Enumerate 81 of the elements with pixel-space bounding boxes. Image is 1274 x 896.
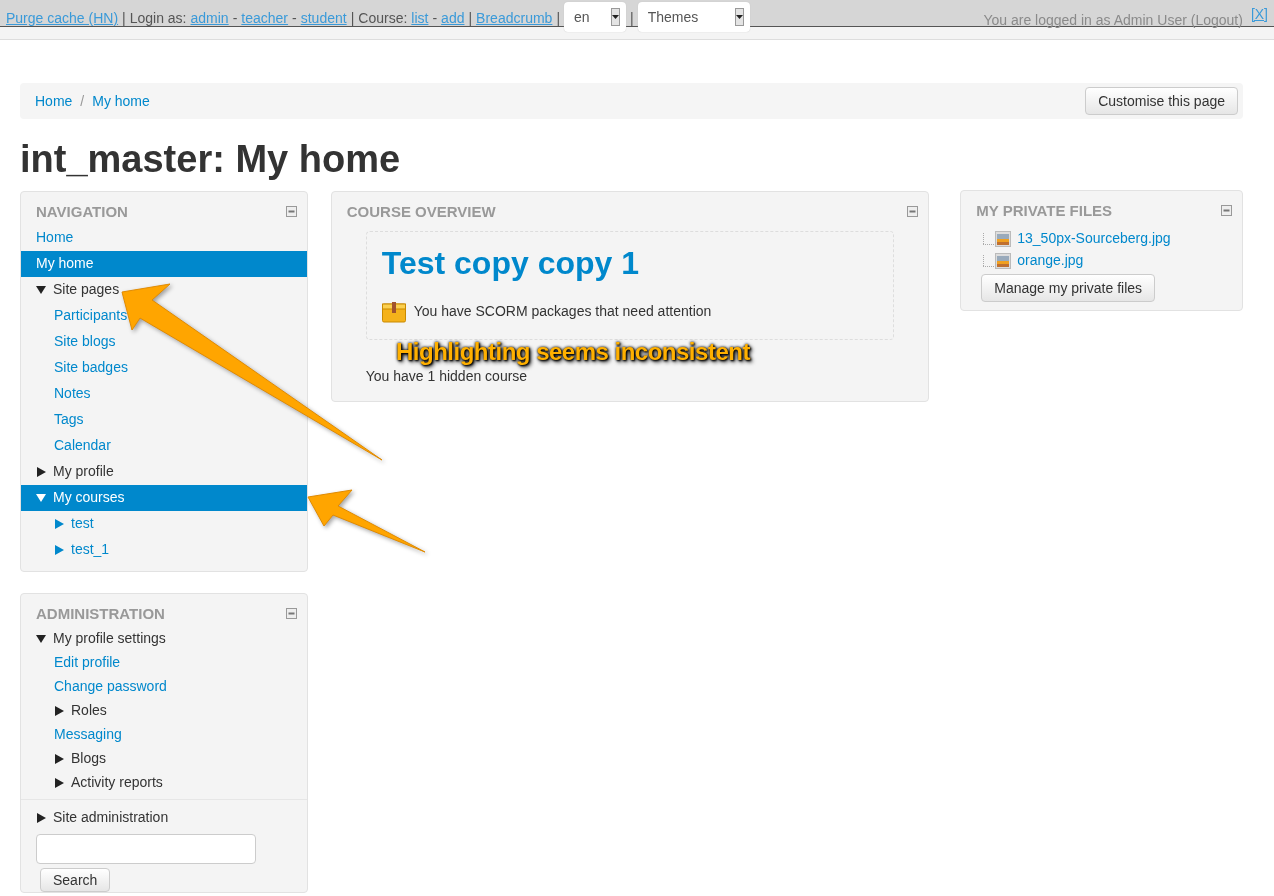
tree-item[interactable]: Activity reports — [21, 770, 307, 795]
top-link[interactable]: teacher — [241, 8, 289, 29]
dropdown-select[interactable]: Themes — [637, 2, 750, 32]
separator: | — [630, 9, 634, 28]
search-field[interactable] — [36, 833, 256, 864]
tree-line-icon — [983, 254, 996, 267]
separator: - — [292, 9, 297, 28]
block-title: NAVIGATION — [36, 201, 128, 222]
caret-right-icon — [54, 705, 65, 716]
manage-files-button[interactable]: Manage my private files — [981, 273, 1156, 302]
top-link[interactable]: Purge cache (HN) — [6, 8, 119, 29]
tree-item[interactable]: Participants — [21, 302, 307, 329]
caret-right-icon — [36, 466, 47, 477]
collapse-icon — [907, 206, 919, 218]
tree-item[interactable]: Messaging — [21, 722, 307, 747]
tree-item[interactable]: Site badges — [21, 354, 307, 381]
caret-right-icon — [36, 812, 47, 823]
caret-down-icon — [36, 284, 47, 295]
file-link[interactable]: 13_50px-Sourceberg.jpg — [1017, 228, 1171, 250]
annotation-text: Highlighting seems inconsistent — [396, 338, 750, 366]
tree-line-icon — [983, 232, 996, 245]
caret-down-icon — [36, 492, 47, 503]
top-link[interactable]: student — [300, 8, 347, 29]
customise-button[interactable]: Customise this page — [1085, 87, 1238, 115]
tree-item[interactable]: Calendar — [21, 432, 307, 459]
crumb-link[interactable]: My home — [92, 90, 150, 112]
course-title-link[interactable]: Test copy copy 1 — [381, 245, 639, 281]
caret-down-icon — [36, 633, 47, 644]
caret-right-icon — [54, 753, 65, 764]
close-link[interactable]: [X] — [1250, 4, 1268, 31]
tree-item[interactable]: Edit profile — [21, 650, 307, 675]
label-text: Course: — [358, 9, 408, 28]
separator: | — [122, 9, 126, 28]
separator: - — [232, 9, 238, 28]
package-icon — [381, 301, 406, 323]
login-info: You are logged in as Admin User (Logout) — [983, 11, 1243, 30]
tree-item[interactable]: Site blogs — [21, 328, 307, 355]
top-link[interactable]: Breadcrumb — [476, 8, 553, 29]
tree-item[interactable]: My profile settings — [21, 626, 307, 651]
separator: / — [80, 91, 85, 111]
image-file-icon — [995, 230, 1012, 247]
page-title: int_master: My home — [20, 139, 402, 181]
collapse-icon — [1221, 205, 1232, 217]
caret-down-icon — [735, 15, 743, 19]
top-link[interactable]: add — [441, 8, 465, 29]
tree-item[interactable]: Tags — [21, 406, 307, 433]
notice-text: You have SCORM packages that need attention — [413, 302, 712, 322]
hidden-course-note: You have 1 hidden course — [365, 367, 529, 386]
caret-right-icon — [54, 777, 65, 788]
tree-item[interactable]: Site pages — [21, 276, 307, 303]
collapse-icon — [285, 608, 297, 620]
tree-item[interactable]: Site administration — [21, 805, 307, 830]
search-button[interactable]: Search — [40, 867, 111, 892]
tree-item[interactable]: test_1 — [21, 536, 307, 563]
block-title: COURSE OVERVIEW — [346, 201, 496, 222]
tree-item[interactable]: My profile — [21, 458, 307, 485]
file-link[interactable]: orange.jpg — [1017, 250, 1084, 272]
collapse-icon — [285, 206, 297, 218]
separator: | — [556, 9, 560, 28]
label-text: Login as: — [129, 9, 187, 28]
tree-item[interactable]: Notes — [21, 380, 307, 407]
block-title: MY PRIVATE FILES — [976, 200, 1113, 221]
separator: | — [468, 9, 473, 28]
top-link[interactable]: list — [411, 8, 429, 29]
block-title: ADMINISTRATION — [36, 603, 165, 624]
top-link[interactable]: admin — [190, 8, 229, 29]
caret-down-icon — [612, 15, 619, 19]
tree-item[interactable]: Roles — [21, 698, 307, 723]
caret-right-icon — [54, 518, 65, 529]
caret-right-icon — [54, 544, 65, 555]
image-file-icon — [995, 252, 1012, 269]
separator: | — [350, 9, 355, 28]
tree-item[interactable]: Blogs — [21, 746, 307, 771]
tree-item[interactable]: My courses — [21, 484, 307, 511]
dropdown-select[interactable]: en — [564, 2, 626, 32]
tree-item[interactable]: Change password — [21, 674, 307, 699]
separator: - — [432, 9, 438, 28]
tree-item[interactable]: My home — [21, 250, 307, 277]
tree-item[interactable]: Home — [21, 224, 307, 251]
tree-item[interactable]: test — [21, 510, 307, 537]
crumb-link[interactable]: Home — [35, 90, 73, 112]
